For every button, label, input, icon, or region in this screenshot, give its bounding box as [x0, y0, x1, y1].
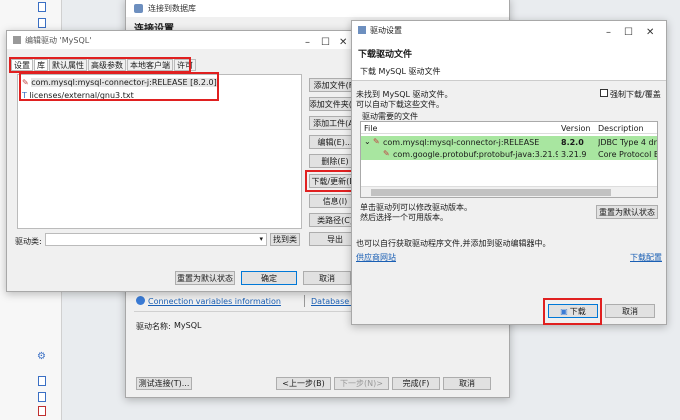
hint-line-2: 然后选择一个可用版本。 [360, 213, 448, 222]
database-docs-link[interactable]: Database d [311, 297, 357, 306]
chevron-down-icon: ▾ [259, 235, 263, 243]
prev-button[interactable]: <上一步(B) [276, 377, 331, 390]
doc-icon[interactable] [38, 2, 46, 12]
header-panel: 下载驱动文件 下载 MySQL 驱动文件 [352, 39, 666, 81]
reset-default-button[interactable]: 重置为默认状态 [175, 271, 235, 285]
tabs-highlight [9, 57, 191, 73]
minimize-icon[interactable]: – [305, 37, 310, 48]
test-connection-button[interactable]: 测试连接(T)... [136, 377, 192, 390]
jar-icon: ✎ [373, 137, 380, 146]
title-bar: 编辑驱动 'MySQL' – ☐ ✕ [7, 31, 355, 49]
manual-message: 也可以自行获取驱动程序文件,并添加到驱动编辑器中。 [356, 239, 551, 248]
description-cell: Core Protocol B [598, 150, 658, 159]
jar-icon: ✎ [383, 149, 390, 158]
maximize-icon[interactable]: ☐ [624, 27, 633, 38]
column-header-version[interactable]: Version [561, 124, 590, 133]
table-header: File Version Description [361, 122, 657, 134]
download-highlight [543, 298, 602, 325]
doc-icon[interactable] [38, 18, 46, 28]
app-icon [13, 36, 21, 44]
app-icon [358, 26, 366, 34]
file-cell: com.google.protobuf:protobuf-java:3.21.9 [393, 150, 558, 159]
column-header-description[interactable]: Description [598, 124, 644, 133]
doc-icon[interactable] [38, 392, 46, 402]
close-icon[interactable]: ✕ [339, 37, 347, 48]
file-cell: com.mysql:mysql-connector-j:RELEASE [383, 138, 540, 147]
description-cell: JDBC Type 4 dri [598, 138, 658, 147]
minimize-icon[interactable]: – [606, 27, 611, 38]
finish-button[interactable]: 完成(F) [392, 377, 440, 390]
edit-driver-dialog: 编辑驱动 'MySQL' – ☐ ✕ 设置 库 默认属性 高级参数 本地客户端 … [6, 30, 361, 292]
force-download-label: 强制下载/覆盖 [610, 90, 661, 99]
find-class-button[interactable]: 找到类 [270, 233, 300, 246]
cancel-button[interactable]: 取消 [303, 271, 351, 285]
download-config-link[interactable]: 下载配置 [630, 252, 662, 263]
files-table: File Version Description ⌄ ✎ com.mysql:m… [360, 121, 658, 198]
title-bar: 驱动设置 – ☐ ✕ [352, 21, 666, 39]
driver-name-label: 驱动名称: [136, 322, 171, 331]
maximize-icon[interactable]: ☐ [321, 37, 330, 48]
next-button[interactable]: 下一步(N)> [334, 377, 389, 390]
table-row[interactable]: ✎ com.google.protobuf:protobuf-java:3.21… [361, 148, 657, 160]
close-icon[interactable]: ✕ [646, 27, 654, 38]
version-cell[interactable]: 3.21.9 [561, 150, 586, 159]
doc-icon[interactable] [38, 376, 46, 386]
table-row[interactable]: ⌄ ✎ com.mysql:mysql-connector-j:RELEASE … [361, 136, 657, 148]
driver-name-value: MySQL [174, 321, 202, 330]
auto-download-message: 可以自动下载这些文件。 [356, 100, 444, 109]
separator-icon [304, 295, 305, 307]
dialog-title: 驱动设置 [370, 26, 402, 35]
ok-button[interactable]: 确定 [241, 271, 297, 285]
cancel-button[interactable]: 取消 [605, 304, 655, 318]
gear-icon[interactable]: ⚙ [37, 352, 47, 362]
files-highlight [19, 72, 219, 101]
dialog-subheader: 下载 MySQL 驱动文件 [360, 67, 441, 76]
driver-class-label: 驱动类: [15, 237, 42, 246]
dialog-header: 下载驱动文件 [358, 50, 413, 60]
dialog-title: 连接到数据库 [148, 4, 196, 13]
title-bar: 连接到数据库 [126, 0, 509, 17]
driver-download-dialog: 驱动设置 – ☐ ✕ 下载驱动文件 下载 MySQL 驱动文件 未找到 MySQ… [351, 20, 667, 325]
dialog-title: 编辑驱动 'MySQL' [25, 36, 92, 45]
expand-chevron-icon[interactable]: ⌄ [364, 137, 371, 146]
version-cell[interactable]: 8.2.0 [561, 138, 584, 147]
vendor-website-link[interactable]: 供应商网站 [356, 252, 396, 263]
column-header-file[interactable]: File [364, 124, 377, 133]
scrollbar-thumb[interactable] [371, 189, 611, 196]
horizontal-scrollbar[interactable] [361, 186, 657, 197]
reset-default-button[interactable]: 重置为默认状态 [596, 205, 658, 219]
app-icon [134, 4, 143, 13]
cancel-button[interactable]: 取消 [443, 377, 491, 390]
info-icon [136, 296, 145, 305]
force-download-checkbox[interactable] [600, 89, 608, 97]
connection-variables-link[interactable]: Connection variables information [148, 297, 281, 306]
doc-icon[interactable] [38, 406, 46, 416]
driver-class-select[interactable]: ▾ [45, 233, 267, 246]
